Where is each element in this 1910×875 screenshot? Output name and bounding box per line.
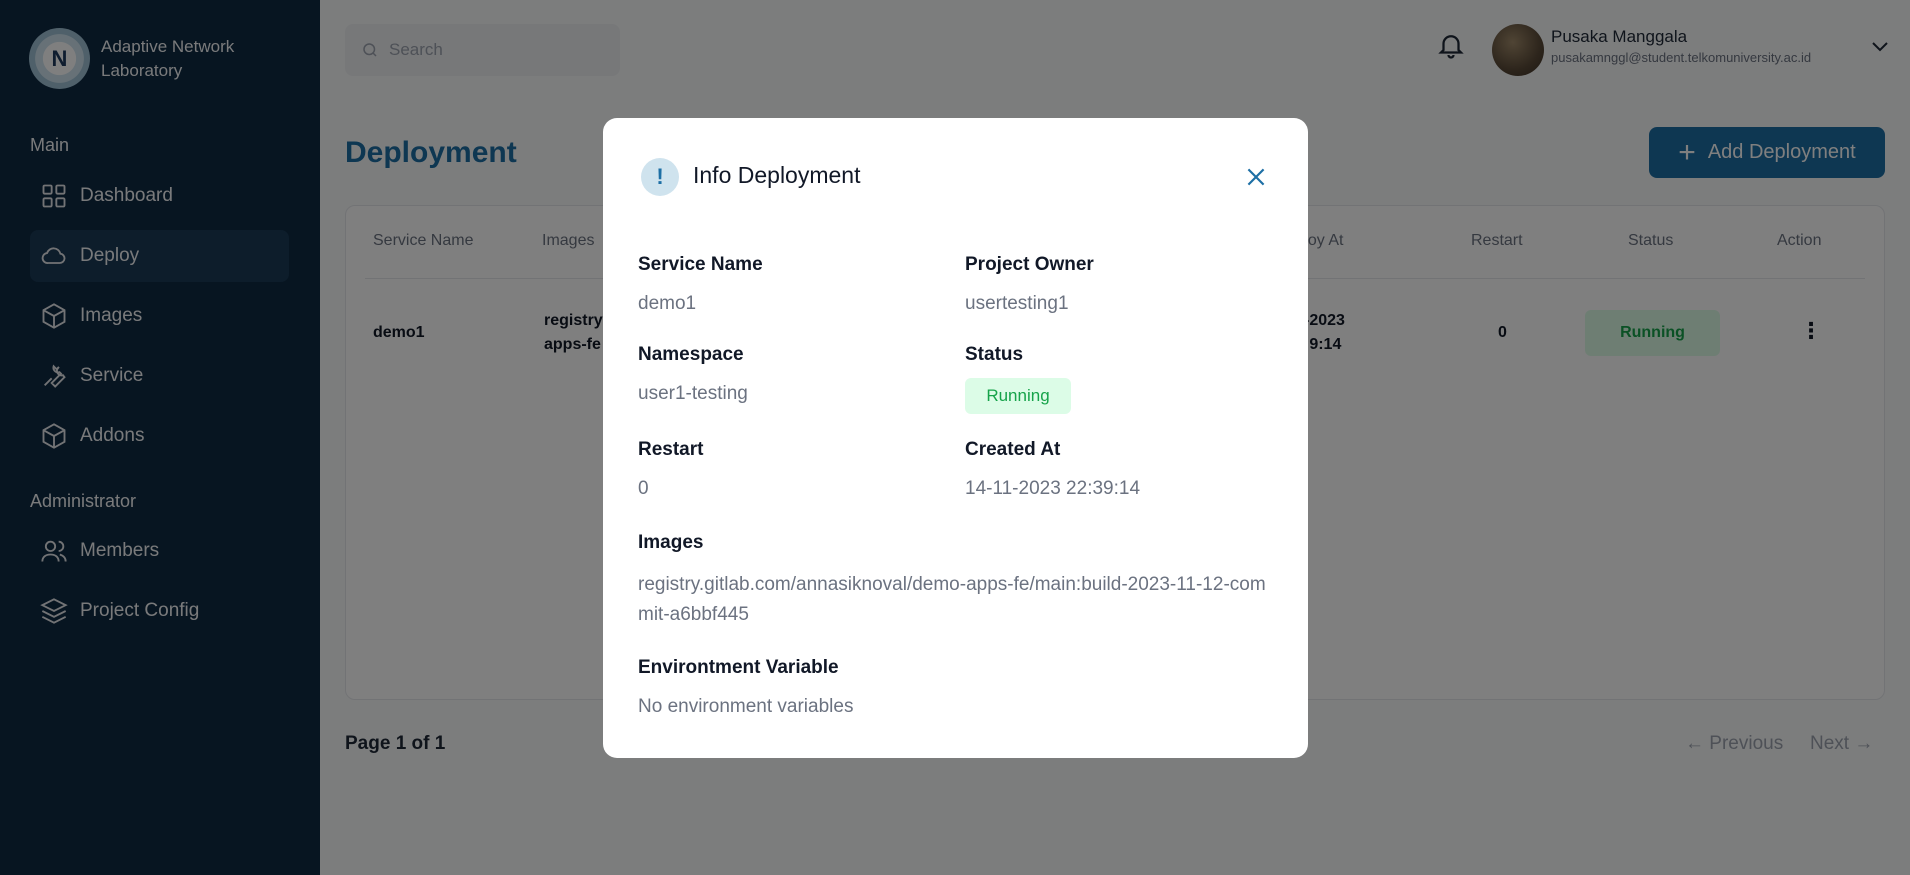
restart-label: Restart <box>638 439 704 460</box>
project-owner-label: Project Owner <box>965 254 1094 275</box>
images-value: registry.gitlab.com/annasiknoval/demo-ap… <box>638 574 1266 625</box>
info-icon: ! <box>641 158 679 196</box>
namespace-label: Namespace <box>638 344 744 365</box>
restart-value: 0 <box>638 478 649 499</box>
env-variable-label: Environtment Variable <box>638 657 839 678</box>
project-owner-value: usertesting1 <box>965 293 1069 314</box>
created-at-label: Created At <box>965 439 1061 460</box>
namespace-value: user1-testing <box>638 383 748 404</box>
service-name-label: Service Name <box>638 254 763 275</box>
info-deployment-modal: ! Info Deployment Service Name demo1 Pro… <box>603 118 1308 758</box>
env-variable-value: No environment variables <box>638 696 854 717</box>
service-name-value: demo1 <box>638 293 697 314</box>
close-icon[interactable] <box>1243 164 1269 190</box>
status-badge: Running <box>965 378 1071 414</box>
images-label: Images <box>638 532 704 553</box>
modal-title: Info Deployment <box>693 162 861 188</box>
status-label: Status <box>965 344 1024 365</box>
created-at-value: 14-11-2023 22:39:14 <box>965 478 1141 499</box>
